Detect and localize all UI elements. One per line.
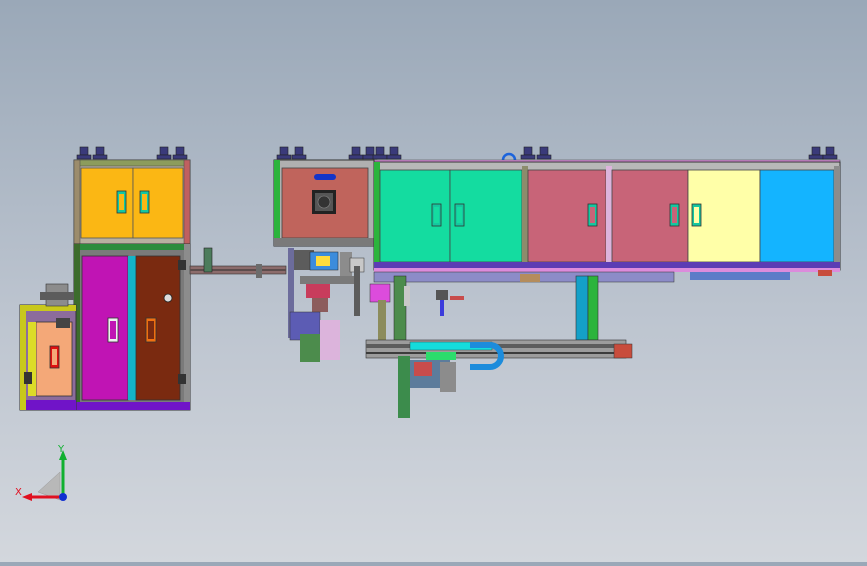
cyan-door (759, 169, 835, 263)
cad-viewport[interactable]: Y X (0, 0, 867, 562)
top-feet-right (276, 146, 838, 160)
right-module (273, 146, 841, 418)
lock-icon (163, 293, 173, 303)
brown-door (135, 255, 181, 401)
magenta-door (81, 255, 129, 401)
top-feet-left (76, 146, 188, 160)
coordinate-triad-icon (22, 450, 67, 501)
y-axis-label: Y (58, 444, 65, 455)
x-axis-label: X (15, 487, 22, 498)
conveyor-track (365, 339, 633, 418)
left-module (19, 146, 287, 411)
lifting-eye-icon (501, 152, 517, 161)
assembly-drawing (19, 146, 841, 501)
support-column (575, 275, 589, 341)
